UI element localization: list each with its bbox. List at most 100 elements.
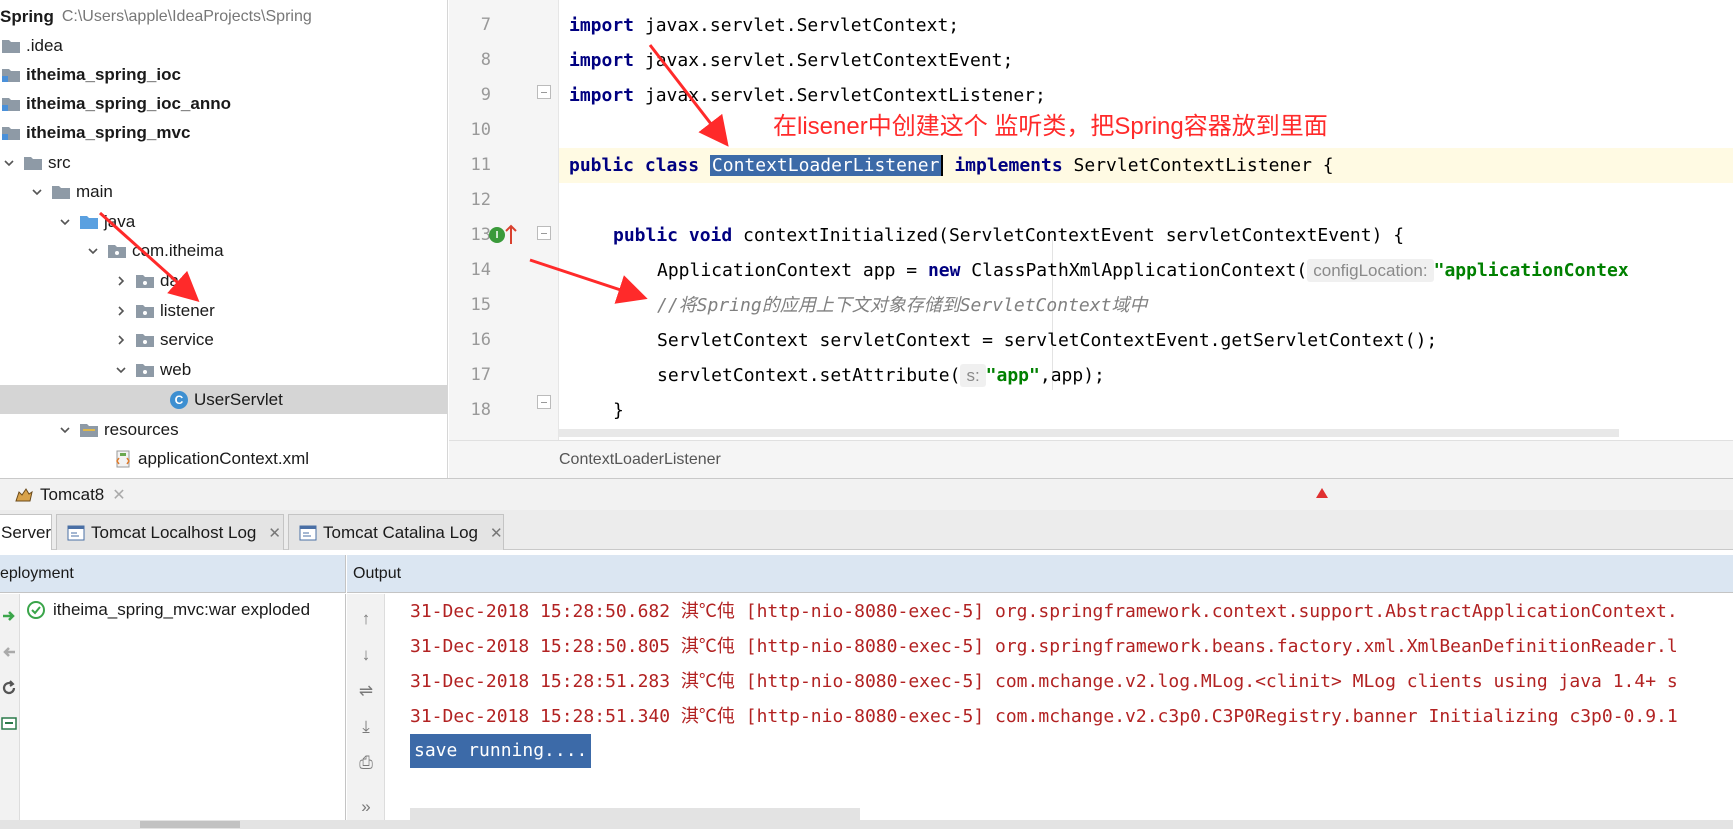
code-line-16[interactable]: ServletContext servletContext = servletC… — [559, 323, 1733, 358]
code-line-13[interactable]: public void contextInitialized(ServletCo… — [559, 218, 1733, 253]
tree-item-idea[interactable]: .idea — [0, 31, 447, 60]
bottom-scroll-strip[interactable] — [0, 820, 1733, 829]
line-number: 15 — [470, 295, 491, 315]
code-text: ServletContextListener { — [1062, 155, 1334, 176]
tree-item-com-itheima[interactable]: com.itheima — [0, 236, 447, 265]
tree-item-label: dao — [160, 270, 189, 290]
save-running-selection[interactable]: save running.... — [410, 734, 592, 768]
tree-item-web[interactable]: web — [0, 355, 447, 384]
line-number: 18 — [470, 400, 491, 420]
tree-item-label: service — [160, 329, 214, 349]
folder-icon — [2, 39, 20, 53]
chevron-down-icon[interactable] — [114, 363, 128, 377]
deploy-icon[interactable] — [1, 608, 17, 624]
fold-marker-icon[interactable] — [537, 85, 551, 99]
close-icon[interactable]: ✕ — [112, 485, 125, 505]
tomcat-icon — [14, 485, 34, 505]
soft-wrap-icon[interactable]: ⇌ — [357, 682, 375, 700]
breadcrumb[interactable]: ContextLoaderListener — [559, 451, 721, 469]
tab-tomcat-localhost-log[interactable]: Tomcat Localhost Log ✕ — [56, 514, 284, 550]
scroll-up-icon[interactable]: ↑ — [357, 610, 375, 628]
code-line-7[interactable]: import javax.servlet.ServletContext; — [559, 8, 1733, 43]
print-icon[interactable]: ⎙ — [357, 754, 375, 772]
tab-tomcat-catalina-log[interactable]: Tomcat Catalina Log ✕ — [288, 514, 504, 550]
chevron-down-icon[interactable] — [2, 156, 16, 170]
line-number: 13 — [470, 225, 491, 245]
undeploy-icon[interactable] — [1, 644, 17, 660]
tree-item-label: listener — [160, 300, 215, 320]
line-number: 16 — [470, 330, 491, 350]
tree-item-listener[interactable]: listener — [0, 296, 447, 325]
console-output[interactable]: 31-Dec-2018 15:28:50.682 淇℃伅 [http-nio-8… — [386, 594, 1733, 829]
tree-item-label: itheima_spring_ioc_anno — [26, 93, 231, 113]
refresh-icon[interactable] — [1, 680, 17, 696]
code-text: ,app); — [1039, 365, 1105, 386]
tree-item-applicationcontext-xml[interactable]: applicationContext.xml — [0, 444, 447, 473]
close-tab-icon[interactable]: ✕ — [490, 524, 503, 542]
tree-item-java[interactable]: java — [0, 207, 447, 236]
project-root-name: Spring — [0, 6, 54, 26]
deployment-item[interactable]: itheima_spring_mvc:war exploded — [27, 600, 310, 620]
up-arrow-icon — [505, 224, 517, 244]
tree-item-itheima-spring-ioc[interactable]: itheima_spring_ioc — [0, 60, 447, 89]
check-circle-icon — [27, 601, 45, 619]
run-tabs: Server Tomcat Localhost Log ✕ Tomcat Cat… — [0, 510, 1733, 550]
chevron-down-icon[interactable] — [30, 185, 44, 199]
code-line-15[interactable]: //将Spring的应用上下文对象存储到ServletContext域中 — [559, 288, 1733, 323]
open-browser-icon[interactable] — [1, 716, 17, 732]
chevron-down-icon[interactable] — [58, 423, 72, 437]
code-editor[interactable]: 7 8 9 10 11 12 13 14 15 16 17 18 I impor… — [449, 0, 1733, 478]
chevron-right-icon[interactable] — [114, 333, 128, 347]
annotation-text: 在lisener中创建这个 监听类，把Spring容器放到里面 — [773, 113, 1328, 140]
scroll-thumb[interactable] — [140, 821, 240, 828]
code-line-18[interactable]: } — [559, 393, 1733, 428]
tree-root-row[interactable]: Spring C:\Users\apple\IdeaProjects\Sprin… — [0, 2, 447, 31]
implements-circle-icon: I — [489, 227, 505, 243]
tree-item-dao[interactable]: dao — [0, 266, 447, 295]
scroll-to-end-icon[interactable]: ⤓ — [357, 718, 375, 736]
tree-item-userservlet[interactable]: C UserServlet — [0, 385, 447, 414]
code-line-8[interactable]: import javax.servlet.ServletContextEvent… — [559, 43, 1733, 78]
override-gutter-icon[interactable]: I — [489, 224, 517, 246]
tree-item-label: com.itheima — [132, 240, 224, 260]
tree-item-main[interactable]: main — [0, 177, 447, 206]
output-horizontal-scrollbar[interactable] — [410, 808, 860, 820]
line-number: 12 — [470, 190, 491, 210]
tree-item-resources[interactable]: resources — [0, 415, 447, 444]
code-text: javax.servlet.ServletContextEvent; — [634, 50, 1014, 71]
tree-item-src[interactable]: src — [0, 148, 447, 177]
scroll-down-icon[interactable]: ↓ — [357, 646, 375, 664]
close-tab-icon[interactable]: ✕ — [268, 524, 281, 542]
code-line-14[interactable]: ApplicationContext app = new ClassPathXm… — [559, 253, 1733, 288]
output-header-label: Output — [353, 564, 402, 582]
package-icon — [136, 304, 154, 318]
code-line-11[interactable]: public class ContextLoaderListener imple… — [559, 148, 1733, 183]
tree-item-service[interactable]: service — [0, 325, 447, 354]
chevron-down-icon[interactable] — [58, 215, 72, 229]
tree-item-label: src — [48, 152, 71, 172]
package-icon — [136, 274, 154, 288]
fold-marker-icon[interactable] — [537, 395, 551, 409]
editor-horizontal-scrollbar[interactable] — [559, 429, 1619, 437]
deployment-header: eployment — [0, 555, 346, 593]
class-icon: C — [170, 390, 188, 409]
code-comment: //将Spring的应用上下文对象存储到ServletContext域中 — [657, 295, 1148, 316]
code-line-17[interactable]: servletContext.setAttribute(s: "app",app)… — [559, 358, 1733, 393]
tree-item-itheima-spring-ioc-anno[interactable]: itheima_spring_ioc_anno — [0, 89, 447, 118]
tab-server[interactable]: Server — [0, 514, 52, 550]
more-actions-icon[interactable]: » — [357, 798, 375, 816]
tree-item-itheima-spring-mvc[interactable]: itheima_spring_mvc — [0, 118, 447, 147]
chevron-down-icon[interactable] — [86, 244, 100, 258]
chevron-right-icon[interactable] — [114, 304, 128, 318]
resources-folder-icon — [80, 423, 98, 437]
project-root-path: C:\Users\apple\IdeaProjects\Spring — [61, 7, 312, 25]
fold-marker-icon[interactable] — [537, 226, 551, 240]
breadcrumb-bar: ContextLoaderListener — [449, 440, 1733, 478]
chevron-right-icon[interactable] — [114, 274, 128, 288]
folder-icon — [52, 185, 70, 199]
line-number: 9 — [480, 85, 491, 105]
selected-class-name[interactable]: ContextLoaderListener — [709, 155, 944, 176]
line-number: 8 — [480, 50, 491, 70]
keyword-public-void: public void — [613, 225, 733, 246]
tool-window-title[interactable]: Tomcat8 — [40, 485, 104, 505]
